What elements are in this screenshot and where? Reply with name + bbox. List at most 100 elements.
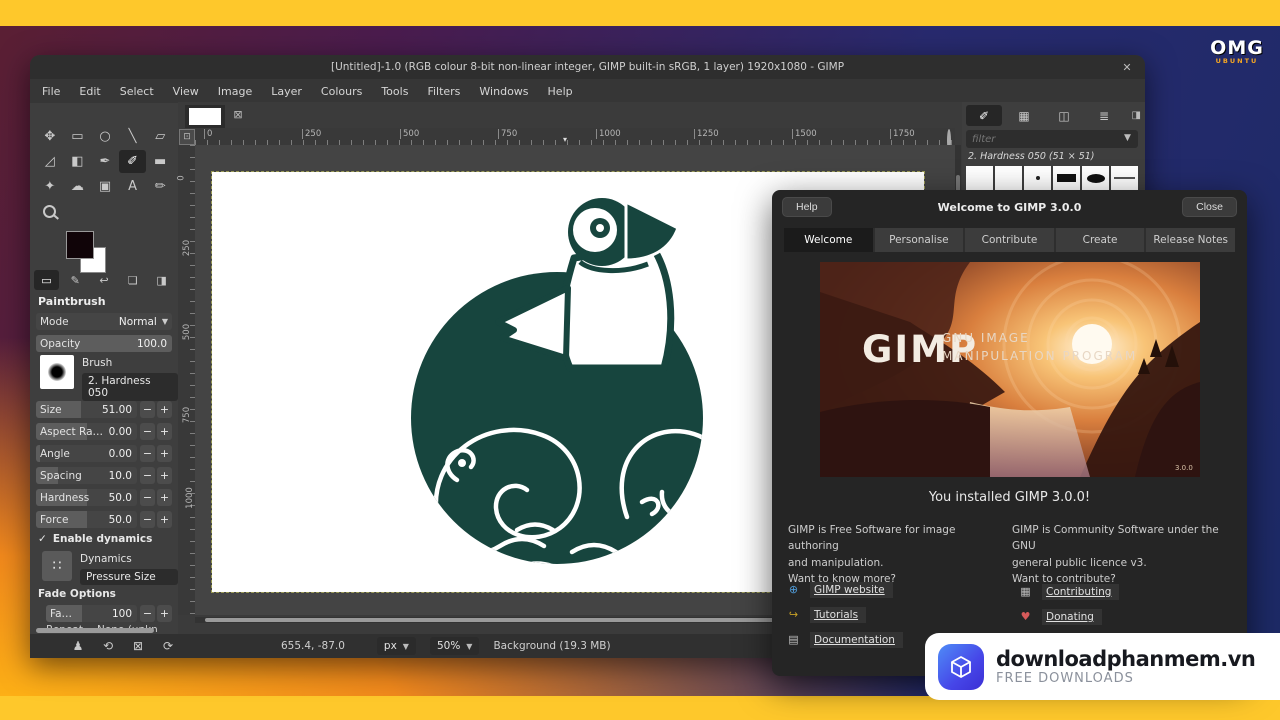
force-decrease-button[interactable]: − xyxy=(140,511,155,528)
brush-preview[interactable] xyxy=(40,355,74,389)
brush-thumb-4[interactable] xyxy=(1053,166,1080,190)
fade-decrease-button[interactable]: − xyxy=(140,605,155,622)
airbrush-tool-icon[interactable]: ✦ xyxy=(36,175,64,198)
menu-tools[interactable]: Tools xyxy=(381,85,408,98)
tab-personalise[interactable]: Personalise xyxy=(875,228,964,252)
smudge-tool-icon[interactable]: ☁ xyxy=(64,175,92,198)
brush-thumb-5[interactable] xyxy=(1082,166,1109,190)
size-decrease-button[interactable]: − xyxy=(140,401,155,418)
patterns-tab-icon[interactable]: ▦ xyxy=(1006,105,1042,126)
horizontal-ruler[interactable]: 0 250 500 750 1000 1250 1500 1750 ▾ xyxy=(195,128,955,146)
dynamics-value[interactable]: Pressure Size xyxy=(80,569,178,585)
redo-icon[interactable]: ⟳ xyxy=(160,639,176,653)
window-close-icon[interactable]: ✕ xyxy=(1119,59,1135,75)
menu-layer[interactable]: Layer xyxy=(271,85,302,98)
rectangle-select-tool-icon[interactable]: ▭ xyxy=(64,125,92,148)
document-history-tab-icon[interactable]: ≣ xyxy=(1086,105,1122,126)
delete-preset-icon[interactable]: ⊠ xyxy=(130,639,146,653)
aspect-ratio-row[interactable]: Aspect Ra… 0.00 −+ xyxy=(36,422,172,441)
gimp-website-link[interactable]: ⊕ GIMP website xyxy=(786,580,893,599)
opacity-row[interactable]: Opacity 100.0 xyxy=(36,334,172,353)
force-increase-button[interactable]: + xyxy=(157,511,172,528)
ruler-corner-icon[interactable]: ⊡ xyxy=(179,129,195,145)
menu-help[interactable]: Help xyxy=(548,85,573,98)
path-tool-icon[interactable]: ╲ xyxy=(119,125,147,148)
menu-edit[interactable]: Edit xyxy=(79,85,100,98)
dynamics-icon[interactable]: ∷ xyxy=(42,551,72,581)
fade-row[interactable]: Fa… 100 −+ xyxy=(46,604,172,623)
tab-create[interactable]: Create xyxy=(1056,228,1145,252)
contributing-link[interactable]: ▦ Contributing xyxy=(1018,582,1119,601)
size-row[interactable]: Size 51.00 −+ xyxy=(36,400,172,419)
unit-select[interactable]: px▼ xyxy=(377,637,416,655)
brush-thumb-1[interactable] xyxy=(966,166,993,190)
tutorials-link[interactable]: ↪ Tutorials xyxy=(786,605,866,624)
vertical-ruler[interactable]: 0 250 500 750 1000 xyxy=(178,145,196,615)
mode-row[interactable]: Mode Normal ▼ xyxy=(36,312,172,331)
zoom-tool-icon[interactable] xyxy=(36,200,64,223)
tab-contribute[interactable]: Contribute xyxy=(965,228,1054,252)
free-select-tool-icon[interactable]: ○ xyxy=(91,125,119,148)
pencil-tool-icon[interactable]: ✏ xyxy=(146,175,174,198)
dock-minimize-icon[interactable]: ◨ xyxy=(1132,110,1141,121)
dock-menu-icon[interactable]: ◨ xyxy=(149,270,174,290)
aspect-decrease-button[interactable]: − xyxy=(140,423,155,440)
size-increase-button[interactable]: + xyxy=(157,401,172,418)
ink-tool-icon[interactable]: ✒ xyxy=(91,150,119,173)
spacing-increase-button[interactable]: + xyxy=(157,467,172,484)
tab-welcome[interactable]: Welcome xyxy=(784,228,873,252)
brushes-tab-icon[interactable]: ✐ xyxy=(966,105,1002,126)
save-preset-icon[interactable]: ♟ xyxy=(70,639,86,653)
fade-increase-button[interactable]: + xyxy=(157,605,172,622)
hardness-decrease-button[interactable]: − xyxy=(140,489,155,506)
force-row[interactable]: Force 50.0 −+ xyxy=(36,510,172,529)
fonts-tab-icon[interactable]: ◫ xyxy=(1046,105,1082,126)
image-tab-close-icon[interactable]: ⊠ xyxy=(230,108,246,124)
menu-view[interactable]: View xyxy=(173,85,199,98)
menu-image[interactable]: Image xyxy=(218,85,252,98)
documentation-link[interactable]: ▤ Documentation xyxy=(786,630,903,649)
zoom-select[interactable]: 50%▼ xyxy=(430,637,480,655)
menu-select[interactable]: Select xyxy=(120,85,154,98)
transform-tool-icon[interactable]: ◿ xyxy=(36,150,64,173)
gimp-website-label[interactable]: GIMP website xyxy=(810,582,893,598)
foreground-color-swatch[interactable] xyxy=(66,231,94,259)
clone-tool-icon[interactable]: ▣ xyxy=(91,175,119,198)
title-bar[interactable]: [Untitled]-1.0 (RGB colour 8-bit non-lin… xyxy=(30,55,1145,79)
tab-release-notes[interactable]: Release Notes xyxy=(1146,228,1235,252)
angle-increase-button[interactable]: + xyxy=(157,445,172,462)
angle-decrease-button[interactable]: − xyxy=(140,445,155,462)
donating-link[interactable]: ♥ Donating xyxy=(1018,607,1102,626)
crop-tool-icon[interactable]: ▱ xyxy=(146,125,174,148)
brush-thumb-6[interactable] xyxy=(1111,166,1138,190)
tool-options-tab-icon[interactable]: ▭ xyxy=(34,270,59,290)
move-tool-icon[interactable]: ✥ xyxy=(36,125,64,148)
brush-thumb-2[interactable] xyxy=(995,166,1022,190)
menu-file[interactable]: File xyxy=(42,85,60,98)
documentation-label[interactable]: Documentation xyxy=(810,632,903,648)
undo-history-tab-icon[interactable]: ↩ xyxy=(92,270,117,290)
bucket-fill-tool-icon[interactable]: ◧ xyxy=(64,150,92,173)
brush-thumb-3[interactable] xyxy=(1024,166,1051,190)
device-status-tab-icon[interactable]: ✎ xyxy=(63,270,88,290)
tool-options-hscrollbar[interactable] xyxy=(36,628,154,633)
images-tab-icon[interactable]: ❏ xyxy=(120,270,145,290)
hardness-increase-button[interactable]: + xyxy=(157,489,172,506)
angle-row[interactable]: Angle 0.00 −+ xyxy=(36,444,172,463)
menu-filters[interactable]: Filters xyxy=(427,85,460,98)
tutorials-label[interactable]: Tutorials xyxy=(810,607,866,623)
dialog-close-button[interactable]: Close xyxy=(1182,197,1237,217)
image-tab[interactable] xyxy=(185,105,225,128)
aspect-increase-button[interactable]: + xyxy=(157,423,172,440)
enable-dynamics-checkbox[interactable]: ✓ Enable dynamics xyxy=(38,533,152,545)
text-tool-icon[interactable]: A xyxy=(119,175,147,198)
brush-name[interactable]: 2. Hardness 050 xyxy=(82,373,178,401)
eraser-tool-icon[interactable]: ▬ xyxy=(146,150,174,173)
undo-icon[interactable]: ⟲ xyxy=(100,639,116,653)
menu-colours[interactable]: Colours xyxy=(321,85,362,98)
brush-filter-input[interactable] xyxy=(966,130,1138,148)
spacing-row[interactable]: Spacing 10.0 −+ xyxy=(36,466,172,485)
donating-label[interactable]: Donating xyxy=(1042,609,1102,625)
menu-windows[interactable]: Windows xyxy=(479,85,528,98)
paintbrush-tool-icon[interactable]: ✐ xyxy=(119,150,147,173)
